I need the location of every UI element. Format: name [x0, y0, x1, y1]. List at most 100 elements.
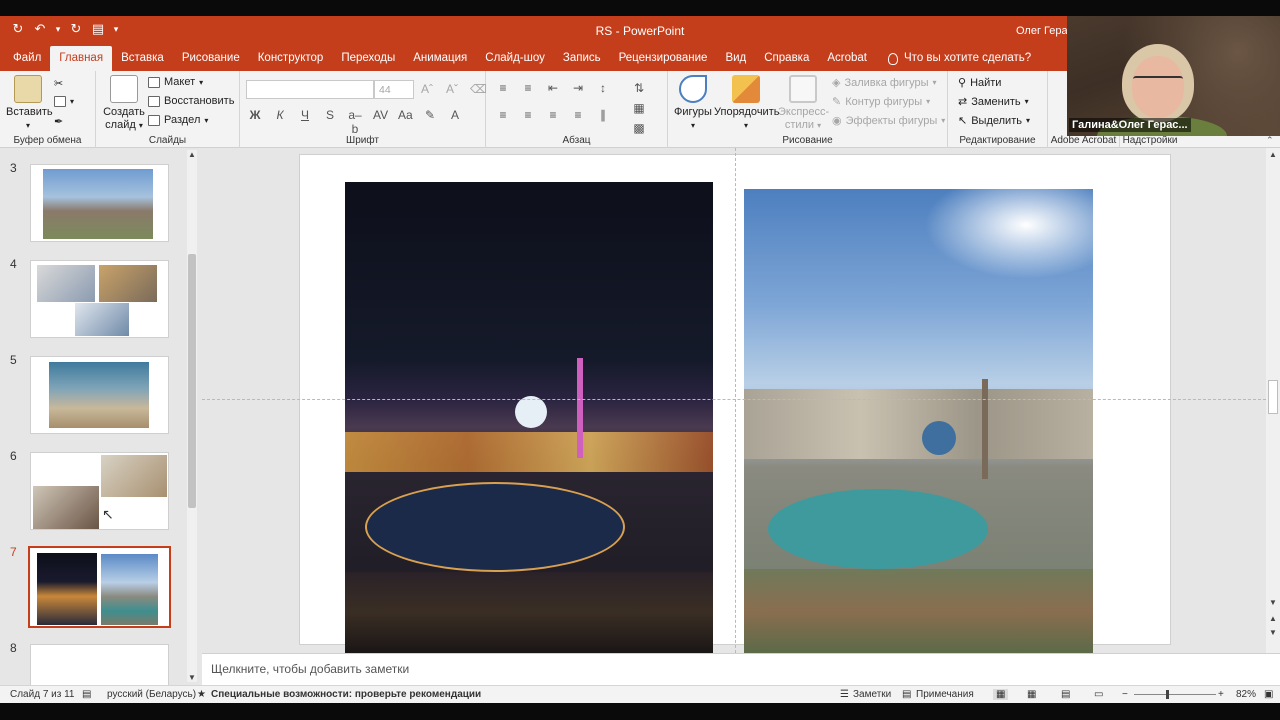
accessibility-status[interactable]: Специальные возможности: проверьте реком… [211, 689, 481, 700]
thumbnail-slide-8[interactable] [30, 644, 169, 685]
spellcheck-icon[interactable]: ▤ [82, 689, 91, 700]
font-name-combo[interactable] [246, 80, 374, 99]
decrease-indent-icon[interactable]: ⇤ [546, 81, 560, 95]
zoom-out-icon[interactable]: − [1122, 689, 1128, 700]
shape-fill-button[interactable]: ◈ Заливка фигуры ▾ [832, 76, 937, 90]
underline-icon[interactable]: Ч [298, 108, 312, 136]
tab-draw[interactable]: Рисование [173, 46, 249, 71]
find-button[interactable]: ⚲ Найти [958, 76, 1001, 90]
tell-me-search[interactable]: Что вы хотите сделать? [876, 46, 1031, 71]
justify-icon[interactable]: ≡ [571, 108, 585, 122]
editor-scroll-thumb[interactable] [1268, 380, 1278, 414]
numbering-icon[interactable]: ≡ [521, 81, 535, 95]
align-text-icon[interactable]: ▦ [632, 101, 646, 115]
screen-bottom-edge [0, 703, 1280, 720]
shape-effects-button[interactable]: ◉ Эффекты фигуры ▾ [832, 114, 945, 128]
status-bar: Слайд 7 из 11 ▤ русский (Беларусь) ★ Спе… [0, 685, 1280, 703]
shape-outline-button[interactable]: ✎ Контур фигуры ▾ [832, 95, 930, 109]
shadow-icon[interactable]: S [323, 108, 337, 136]
columns-icon[interactable]: ∥ [596, 108, 610, 122]
zoom-level[interactable]: 82% [1236, 689, 1256, 700]
tab-review[interactable]: Рецензирование [610, 46, 717, 71]
copy-button[interactable]: ▾ [54, 96, 74, 107]
thumbnail-slide-3[interactable] [30, 164, 169, 242]
thumbnail-slide-5[interactable] [30, 356, 169, 434]
photo-las-vegas-night[interactable] [345, 182, 713, 653]
tab-home[interactable]: Главная [50, 46, 113, 71]
tab-acrobat[interactable]: Acrobat [818, 46, 876, 71]
grow-font-icon[interactable]: Aˆ [420, 82, 434, 96]
zoom-in-icon[interactable]: + [1218, 689, 1224, 700]
thumbnail-slide-4[interactable] [30, 260, 169, 338]
tab-transitions[interactable]: Переходы [332, 46, 404, 71]
tab-slideshow[interactable]: Слайд-шоу [476, 46, 554, 71]
bullets-icon[interactable]: ≡ [496, 81, 510, 95]
night-foreground [345, 572, 713, 653]
thumbnails-scroll-thumb[interactable] [188, 254, 196, 508]
thumbnails-scrollbar[interactable]: ▲ ▼ [187, 150, 197, 682]
strikethrough-icon[interactable]: a–b [348, 108, 362, 136]
slide-sorter-icon[interactable]: ▦ [1027, 689, 1036, 700]
photo-las-vegas-day[interactable] [744, 189, 1093, 653]
zoom-slider[interactable] [1134, 690, 1216, 699]
tab-animations[interactable]: Анимация [404, 46, 476, 71]
normal-view-icon[interactable]: ▦ [993, 689, 1009, 700]
align-center-icon[interactable]: ≡ [521, 108, 535, 122]
previous-slide-icon[interactable]: ▲ [1268, 614, 1278, 623]
collapse-ribbon-icon[interactable]: ⌃ [1266, 135, 1274, 146]
highlight-icon[interactable]: ✎ [423, 108, 437, 136]
quick-styles-button[interactable]: Экспресс- стили ▾ [778, 75, 829, 132]
layout-button[interactable]: Макет ▾ [148, 76, 203, 88]
thumbnail-slide-7[interactable] [28, 546, 171, 628]
fit-to-window-icon[interactable]: ▣ [1264, 689, 1273, 700]
section-button[interactable]: Раздел ▾ [148, 114, 208, 126]
cursor-icon: ↖ [958, 115, 968, 127]
new-slide-button[interactable]: Создать слайд ▾ [102, 75, 146, 132]
smartart-icon[interactable]: ▩ [632, 121, 646, 135]
spacing-icon[interactable]: AV [373, 108, 388, 136]
font-color-icon[interactable]: A [448, 108, 462, 136]
tab-file[interactable]: Файл [4, 46, 50, 71]
bold-icon[interactable]: Ж [248, 108, 262, 136]
cut-button[interactable]: ✂ [54, 77, 63, 90]
zoom-slider-thumb[interactable] [1165, 690, 1169, 699]
clear-format-icon[interactable]: ⌫ [470, 82, 487, 96]
slideshow-view-icon[interactable]: ▭ [1094, 689, 1103, 700]
shapes-button[interactable]: Фигуры ▾ [672, 75, 714, 132]
comments-button[interactable]: Примечания [916, 689, 974, 700]
shrink-font-icon[interactable]: Aˇ [445, 82, 459, 96]
layout-icon [148, 76, 160, 88]
reading-view-icon[interactable]: ▤ [1061, 689, 1070, 700]
align-right-icon[interactable]: ≡ [546, 108, 560, 122]
arrange-button[interactable]: Упорядочить ▾ [714, 75, 779, 132]
notes-toggle-button[interactable]: Заметки [853, 689, 891, 700]
paste-button[interactable]: Вставить ▾ [6, 75, 53, 132]
align-left-icon[interactable]: ≡ [496, 108, 510, 122]
reset-button[interactable]: Восстановить [148, 95, 234, 107]
font-size-combo[interactable]: 44 [374, 80, 414, 99]
line-spacing-icon[interactable]: ↕ [596, 81, 610, 95]
next-slide-icon[interactable]: ▼ [1268, 628, 1278, 637]
tab-view[interactable]: Вид [716, 46, 755, 71]
replace-button[interactable]: ⇄ Заменить ▾ [958, 95, 1029, 109]
tab-insert[interactable]: Вставка [112, 46, 173, 71]
editor-scroll-down-icon[interactable]: ▼ [1268, 598, 1278, 607]
scroll-up-icon[interactable]: ▲ [187, 150, 197, 159]
thumbnail-slide-6[interactable] [30, 452, 169, 530]
italic-icon[interactable]: К [273, 108, 287, 136]
editor-scrollbar[interactable]: ▲ ▼ ▲ ▼ [1266, 148, 1280, 653]
tab-design[interactable]: Конструктор [249, 46, 333, 71]
select-label: Выделить [971, 114, 1022, 127]
scroll-down-icon[interactable]: ▼ [187, 673, 197, 682]
text-direction-icon[interactable]: ⇅ [632, 81, 646, 95]
select-button[interactable]: ↖ Выделить ▾ [958, 114, 1030, 128]
format-painter-button[interactable]: ✒ [54, 115, 63, 128]
notes-pane[interactable]: Щелкните, чтобы добавить заметки [202, 653, 1280, 685]
thumb-number-6: 6 [10, 449, 17, 463]
case-icon[interactable]: Aa [398, 108, 413, 136]
increase-indent-icon[interactable]: ⇥ [571, 81, 585, 95]
tab-record[interactable]: Запись [554, 46, 610, 71]
language-indicator[interactable]: русский (Беларусь) [107, 689, 196, 700]
tab-help[interactable]: Справка [755, 46, 818, 71]
editor-scroll-up-icon[interactable]: ▲ [1268, 150, 1278, 159]
